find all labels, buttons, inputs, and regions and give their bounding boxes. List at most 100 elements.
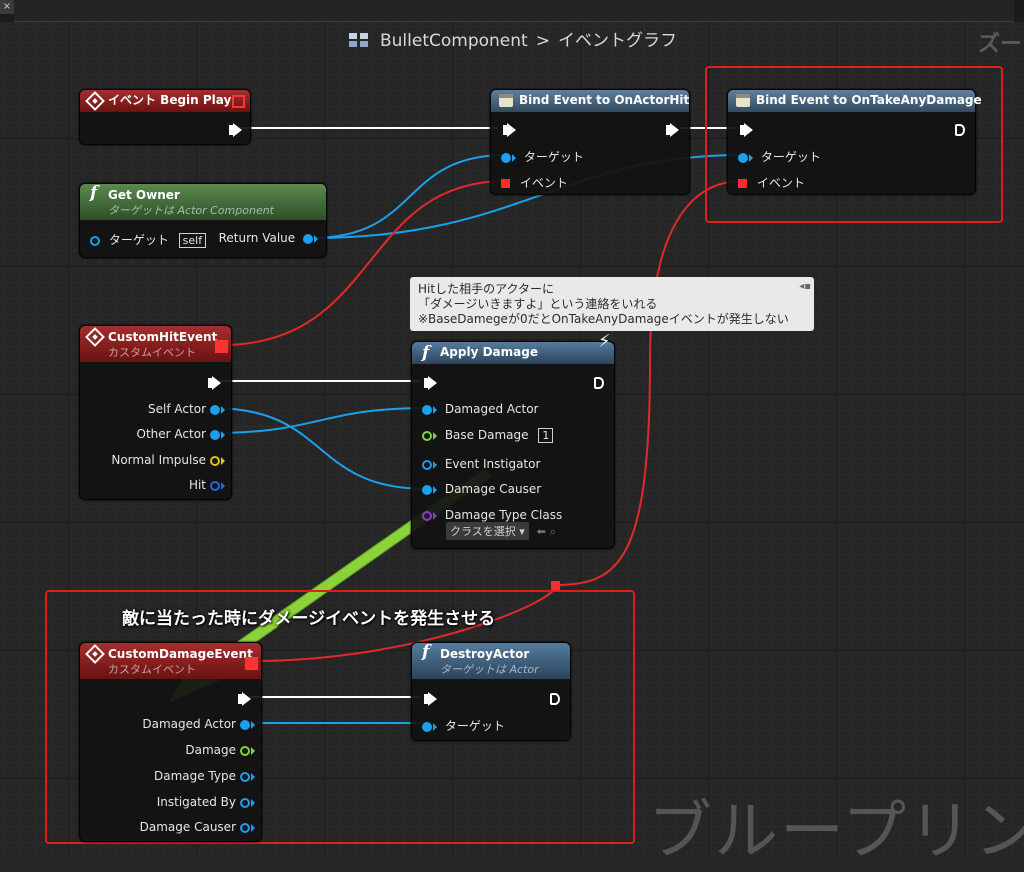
breadcrumb-graph[interactable]: イベントグラフ <box>558 31 677 51</box>
node-title: Bind Event to OnTakeAnyDamage <box>756 93 982 107</box>
node-subtitle: カスタムイベント <box>108 346 196 359</box>
exec-input-pin[interactable] <box>424 691 437 706</box>
target-input-pin[interactable] <box>738 152 748 163</box>
damage-causer-pin[interactable] <box>422 484 432 495</box>
class-select-dropdown[interactable]: クラスを選択 ▾ <box>446 522 529 540</box>
exec-input-pin[interactable] <box>740 122 753 137</box>
pin-arrow-icon <box>221 481 225 490</box>
damage-causer-pin[interactable] <box>240 822 250 833</box>
exec-input-pin[interactable] <box>503 122 516 137</box>
event-instigator-pin-row: Event Instigator <box>422 457 540 471</box>
node-header: イベント Begin Play <box>80 90 250 112</box>
exec-output-pin[interactable] <box>238 691 251 706</box>
exec-output-pin[interactable] <box>955 123 965 136</box>
exec-output-pin-row <box>229 122 242 137</box>
breadcrumb-asset[interactable]: BulletComponent <box>380 31 528 51</box>
instigated-by-pin[interactable] <box>240 797 250 808</box>
window-topbar: × <box>0 0 1024 23</box>
damage-type-pin[interactable] <box>240 771 250 782</box>
damaged-actor-pin[interactable] <box>240 719 250 730</box>
pin-arrow-icon <box>251 720 255 729</box>
node-bind-on-actor-hit[interactable]: Bind Event to OnActorHit ターゲット イベント <box>490 89 690 195</box>
exec-output-pin[interactable] <box>208 375 221 390</box>
browse-icon[interactable]: ⌕ <box>550 525 556 538</box>
pin-label: Damage Type <box>153 769 236 783</box>
event-icon <box>85 644 105 664</box>
base-damage-value[interactable]: 1 <box>538 428 554 443</box>
self-value[interactable]: self <box>178 233 207 248</box>
breadcrumb-separator: > <box>535 31 550 51</box>
node-header: f DestroyActor ターゲットは Actor <box>412 643 570 679</box>
normal-impulse-pin-row: Normal Impulse <box>111 453 225 467</box>
damaged-actor-pin[interactable] <box>422 404 432 415</box>
comment-bubble[interactable]: Hitした相手のアクターに 「ダメージいきますよ」という連絡をいれる ※Base… <box>410 277 814 331</box>
close-icon[interactable]: × <box>0 0 14 14</box>
damage-type-class-pin[interactable] <box>422 510 432 521</box>
event-delegate-pin[interactable] <box>501 179 510 188</box>
pin-arrow-icon <box>749 153 753 162</box>
exec-output-pin[interactable] <box>594 376 604 389</box>
damage-causer-pin-row: Damage Causer <box>140 820 255 834</box>
pin-label: Damaged Actor <box>142 717 236 731</box>
node-destroy-actor[interactable]: f DestroyActor ターゲットは Actor ターゲット <box>411 642 571 741</box>
zoom-label: ズー <box>977 32 1022 57</box>
exec-output-pin[interactable] <box>550 692 560 705</box>
exec-input-pin[interactable] <box>424 375 437 390</box>
function-icon: f <box>90 183 98 203</box>
pin-arrow-icon <box>433 722 437 731</box>
latent-icon: ⚡ <box>598 331 611 352</box>
node-title: Apply Damage <box>440 345 538 359</box>
pin-comment-icon[interactable]: ◂▪ <box>799 279 811 294</box>
damage-pin[interactable] <box>240 745 250 756</box>
use-selected-icon[interactable]: ⬅ <box>537 525 546 538</box>
node-custom-damage-event[interactable]: CustomDamageEvent カスタムイベント Damaged Actor… <box>79 642 262 842</box>
delegate-output-pin[interactable] <box>232 95 245 108</box>
pin-arrow-icon <box>433 511 437 520</box>
pin-label: Event Instigator <box>444 457 541 471</box>
exec-output-pin[interactable] <box>229 122 242 137</box>
delegate-output-pin[interactable] <box>245 657 258 670</box>
target-pin-row: ターゲット <box>422 717 505 734</box>
document-tab-strip <box>14 0 1014 22</box>
self-actor-pin[interactable] <box>210 404 220 415</box>
node-title: イベント Begin Play <box>108 93 232 107</box>
return-value-pin[interactable] <box>303 233 313 244</box>
blueprint-watermark: ブループリン <box>648 795 1024 869</box>
self-actor-pin-row: Self Actor <box>148 402 225 416</box>
event-instigator-pin[interactable] <box>422 459 432 470</box>
base-damage-pin[interactable] <box>422 430 432 441</box>
target-input-pin[interactable] <box>90 235 100 246</box>
pin-label: Other Actor <box>136 427 206 441</box>
delegate-output-pin[interactable] <box>215 340 228 353</box>
base-damage-pin-row: Base Damage 1 <box>422 428 554 443</box>
pin-label: Instigated By <box>156 795 236 809</box>
other-actor-pin[interactable] <box>210 429 220 440</box>
target-input-pin[interactable] <box>501 152 511 163</box>
event-pin-row: イベント <box>738 174 805 191</box>
pin-arrow-icon <box>251 823 255 832</box>
normal-impulse-pin[interactable] <box>210 455 220 466</box>
event-delegate-pin[interactable] <box>738 179 747 188</box>
pin-arrow-icon <box>251 772 255 781</box>
exec-output-pin[interactable] <box>666 122 679 137</box>
exec-output-row <box>208 375 221 390</box>
function-icon: f <box>422 642 430 662</box>
node-title: CustomHitEvent <box>108 330 218 344</box>
pin-arrow-icon <box>251 746 255 755</box>
target-pin-row: ターゲット <box>738 148 821 165</box>
node-get-owner[interactable]: f Get Owner ターゲットは Actor Component ターゲット… <box>79 183 327 258</box>
node-apply-damage[interactable]: f Apply Damage Damaged Actor Base Damage… <box>411 341 615 549</box>
target-pin-row: ターゲット <box>501 148 584 165</box>
node-custom-hit-event[interactable]: CustomHitEvent カスタムイベント Self Actor Other… <box>79 325 232 500</box>
hit-pin[interactable] <box>210 480 220 491</box>
pin-label: Self Actor <box>148 402 206 416</box>
node-header: Bind Event to OnTakeAnyDamage <box>728 90 982 112</box>
event-label: イベント <box>756 176 805 190</box>
instigated-by-pin-row: Instigated By <box>157 795 255 809</box>
pin-arrow-icon <box>221 430 225 439</box>
pin-arrow-icon <box>433 460 437 469</box>
target-input-pin[interactable] <box>422 721 432 732</box>
node-header: f Apply Damage <box>412 342 614 364</box>
node-bind-on-take-any-damage[interactable]: Bind Event to OnTakeAnyDamage ターゲット イベント <box>727 89 982 195</box>
node-event-begin-play[interactable]: イベント Begin Play <box>79 89 251 145</box>
